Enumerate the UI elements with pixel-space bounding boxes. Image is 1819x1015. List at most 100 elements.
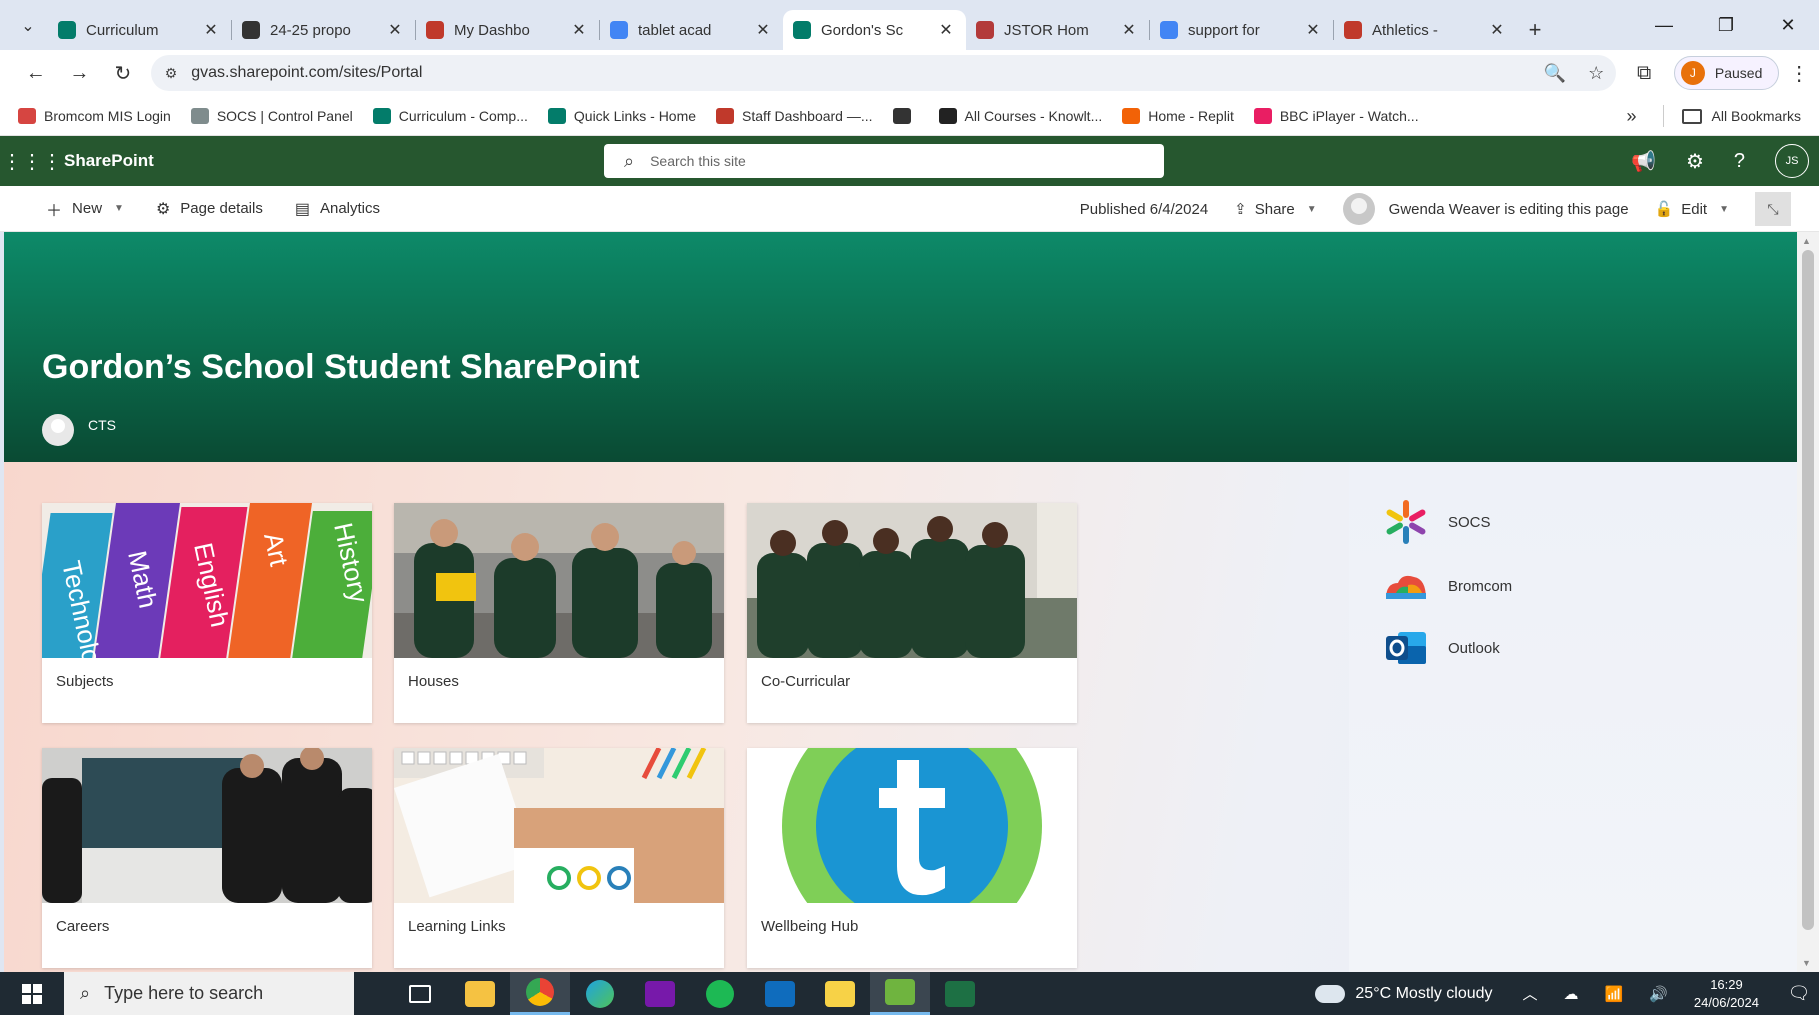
close-window-icon[interactable]: ✕: [1757, 0, 1819, 50]
close-tab-icon[interactable]: ✕: [201, 20, 221, 40]
close-tab-icon[interactable]: ✕: [1303, 20, 1323, 40]
bookmark-item[interactable]: Curriculum - Comp...: [372, 107, 528, 124]
site-search-input[interactable]: ⌕ Search this site: [604, 144, 1164, 178]
scrollbar-thumb[interactable]: [1802, 250, 1814, 930]
site-settings-icon[interactable]: ⚙: [165, 65, 178, 82]
browser-menu-icon[interactable]: ⋮: [1779, 61, 1819, 86]
search-icon: ⌕: [624, 150, 635, 171]
outlook-taskbar-icon[interactable]: [750, 972, 810, 1015]
card-learning-links[interactable]: Learning Links: [394, 748, 724, 968]
notifications-icon[interactable]: 🗨: [1779, 983, 1819, 1004]
card-wellbeing-hub[interactable]: Wellbeing Hub: [747, 748, 1077, 968]
excel-icon[interactable]: [930, 972, 990, 1015]
card-label: Houses: [408, 673, 459, 690]
more-bookmarks-icon[interactable]: »: [1627, 106, 1637, 127]
sticky-notes-icon[interactable]: [810, 972, 870, 1015]
browser-tab[interactable]: Curriculum ✕: [48, 10, 231, 50]
back-icon[interactable]: ←: [14, 55, 58, 91]
browser-tab[interactable]: JSTOR Hom ✕: [966, 10, 1149, 50]
share-button[interactable]: ⇪ Share ▼: [1234, 200, 1317, 219]
start-button[interactable]: [0, 972, 64, 1015]
chrome-icon[interactable]: [510, 972, 570, 1015]
analytics-button[interactable]: ▤ Analytics: [295, 199, 380, 219]
task-view-icon[interactable]: [390, 972, 450, 1015]
cloud-icon: [1315, 978, 1346, 1003]
user-avatar[interactable]: JS: [1775, 144, 1809, 178]
browser-tab[interactable]: 24-25 propo ✕: [232, 10, 415, 50]
close-tab-icon[interactable]: ✕: [936, 20, 956, 40]
card-houses[interactable]: Houses: [394, 503, 724, 723]
bookmark-label: Staff Dashboard —...: [742, 107, 873, 124]
address-bar[interactable]: ⚙ gvas.sharepoint.com/sites/Portal 🔍 ☆: [150, 55, 1617, 91]
close-tab-icon[interactable]: ✕: [569, 20, 589, 40]
edge-icon[interactable]: [570, 972, 630, 1015]
author-name[interactable]: CTS: [88, 417, 116, 433]
bookmark-item[interactable]: [892, 107, 919, 124]
close-tab-icon[interactable]: ✕: [1487, 20, 1507, 40]
app-launcher-icon[interactable]: ⋮⋮⋮: [0, 136, 64, 186]
close-tab-icon[interactable]: ✕: [385, 20, 405, 40]
hero-banner: Gordon’s School Student SharePoint CTS: [4, 232, 1797, 462]
tab-search-chevron-icon[interactable]: ⌄: [8, 6, 48, 46]
all-bookmarks-link[interactable]: All Bookmarks: [1712, 108, 1801, 124]
photos-icon[interactable]: [870, 972, 930, 1015]
minimize-icon[interactable]: —: [1633, 0, 1695, 50]
browser-tab[interactable]: Athletics - ✕: [1334, 10, 1517, 50]
zoom-icon[interactable]: 🔍: [1544, 63, 1566, 84]
card-label: Co-Curricular: [761, 673, 851, 690]
page-scrollbar[interactable]: ▲ ▼: [1797, 232, 1819, 972]
new-button[interactable]: ＋ New ▼: [46, 197, 124, 221]
quick-link-bromcom[interactable]: Bromcom: [1378, 562, 1512, 610]
onenote-icon[interactable]: [630, 972, 690, 1015]
weather-widget[interactable]: 25°C Mostly cloudy: [1315, 978, 1493, 1003]
file-explorer-icon[interactable]: [450, 972, 510, 1015]
edit-button[interactable]: 🔓 Edit ▼: [1655, 200, 1729, 219]
bookmark-item[interactable]: Quick Links - Home: [547, 107, 696, 124]
help-icon[interactable]: ?: [1734, 150, 1745, 173]
megaphone-icon[interactable]: 📢: [1631, 149, 1656, 174]
scroll-down-icon[interactable]: ▼: [1802, 958, 1811, 968]
close-tab-icon[interactable]: ✕: [753, 20, 773, 40]
volume-icon[interactable]: 🔊: [1649, 985, 1668, 1003]
spotify-icon[interactable]: [690, 972, 750, 1015]
card-co-curricular[interactable]: Co-Curricular: [747, 503, 1077, 723]
system-tray: 25°C Mostly cloudy ︿ ☁ 📶 🔊 16:29 24/06/2…: [1315, 972, 1819, 1015]
tab-title: My Dashbo: [454, 21, 530, 39]
quick-link-outlook[interactable]: Outlook: [1378, 624, 1500, 672]
card-subjects[interactable]: Technolo Math English Art History Subjec…: [42, 503, 372, 723]
reload-icon[interactable]: ↻: [101, 55, 145, 91]
co-curricular-image: [747, 503, 1077, 658]
card-careers[interactable]: Careers: [42, 748, 372, 968]
chevron-up-icon[interactable]: ︿: [1523, 983, 1538, 1004]
bookmark-item[interactable]: All Courses - Knowlt...: [938, 107, 1102, 124]
collapse-icon[interactable]: ⤡: [1755, 192, 1791, 226]
onedrive-icon[interactable]: ☁: [1564, 985, 1579, 1003]
editing-notice: Gwenda Weaver is editing this page: [1342, 193, 1629, 225]
bookmark-star-icon[interactable]: ☆: [1588, 63, 1604, 84]
bookmark-item[interactable]: BBC iPlayer - Watch...: [1253, 107, 1419, 124]
bookmark-item[interactable]: SOCS | Control Panel: [190, 107, 353, 124]
taskbar-search-input[interactable]: ⌕ Type here to search: [64, 972, 354, 1015]
quick-link-socs[interactable]: SOCS: [1378, 498, 1491, 546]
restore-icon[interactable]: ❐: [1695, 0, 1757, 50]
extensions-icon[interactable]: ⧉: [1624, 62, 1664, 85]
browser-tab[interactable]: support for ✕: [1150, 10, 1333, 50]
bookmark-item[interactable]: Bromcom MIS Login: [18, 107, 171, 124]
forward-icon[interactable]: →: [58, 55, 102, 91]
profile-button[interactable]: J Paused: [1673, 56, 1780, 90]
bookmark-item[interactable]: Staff Dashboard —...: [716, 107, 873, 124]
clock[interactable]: 16:29 24/06/2024: [1694, 976, 1759, 1012]
browser-tab[interactable]: My Dashbo ✕: [416, 10, 599, 50]
new-tab-button[interactable]: +: [1517, 10, 1553, 50]
close-tab-icon[interactable]: ✕: [1119, 20, 1139, 40]
page-details-button[interactable]: ⚙ Page details: [156, 199, 263, 219]
browser-tab[interactable]: tablet acad ✕: [600, 10, 783, 50]
browser-tab[interactable]: Gordon's Sc ✕: [783, 10, 966, 50]
scroll-up-icon[interactable]: ▲: [1802, 236, 1811, 246]
bookmark-item[interactable]: Home - Replit: [1122, 107, 1234, 124]
gear-icon[interactable]: ⚙: [1686, 149, 1704, 174]
houses-image: [394, 503, 724, 658]
network-icon[interactable]: 📶: [1605, 985, 1624, 1003]
sharepoint-brand[interactable]: SharePoint: [64, 151, 154, 171]
share-icon: ⇪: [1234, 201, 1247, 218]
